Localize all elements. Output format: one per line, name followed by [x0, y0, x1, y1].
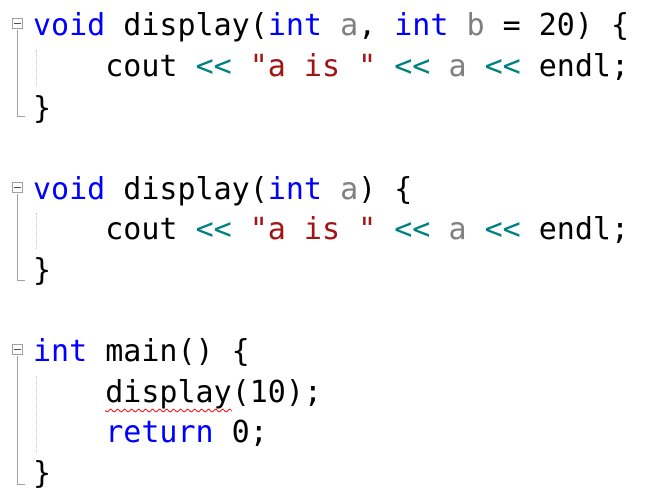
collapse-icon[interactable]: [12, 344, 23, 355]
code-editor[interactable]: void display(int a, int b = 20) { cout <…: [0, 0, 660, 504]
function-name-token: display(: [105, 172, 268, 207]
operator-token: <<: [394, 49, 431, 84]
collapse-icon[interactable]: [12, 182, 23, 193]
code-line-close-brace[interactable]: }: [33, 454, 51, 494]
code-line-close-brace[interactable]: }: [33, 251, 51, 291]
keyword-token: int: [394, 8, 449, 43]
keyword-token: void: [33, 172, 106, 207]
code-line-main-header[interactable]: int main() {: [33, 332, 250, 372]
code-line-function-header[interactable]: void display(int a) {: [33, 170, 412, 210]
return-value-token: 0;: [213, 415, 268, 450]
close-brace-token: }: [33, 253, 52, 288]
string-literal-token: "a is ": [249, 212, 377, 247]
keyword-token: return: [105, 415, 214, 450]
parameter-token: a: [340, 8, 359, 43]
keyword-token: int: [267, 8, 322, 43]
fold-outline-end: [17, 280, 25, 281]
parameter-token: b: [466, 8, 485, 43]
fold-outline-line: [17, 194, 18, 280]
operator-token: <<: [394, 212, 431, 247]
parameter-token: a: [448, 49, 467, 84]
code-line-return[interactable]: return 0;: [33, 413, 268, 453]
code-line-function-header[interactable]: void display(int a, int b = 20) {: [33, 6, 629, 46]
identifier-token: endl;: [538, 212, 630, 247]
identifier-token: endl;: [538, 49, 630, 84]
operator-token: <<: [195, 49, 232, 84]
keyword-token: int: [267, 172, 322, 207]
separator-token: ,: [358, 8, 395, 43]
code-line-close-brace[interactable]: }: [33, 89, 51, 129]
parameter-token: a: [448, 212, 467, 247]
fold-outline-end: [17, 116, 25, 117]
error-squiggle-token[interactable]: display: [105, 375, 231, 410]
fold-outline-line: [17, 356, 18, 484]
operator-token: <<: [484, 49, 521, 84]
identifier-token: cout: [105, 49, 178, 84]
punctuation-token: ) {: [358, 172, 413, 207]
parameter-token: a: [340, 172, 359, 207]
function-name-token: main() {: [87, 334, 250, 369]
arguments-token: (10);: [231, 375, 322, 410]
keyword-token: int: [33, 334, 88, 369]
default-value-token: = 20) {: [484, 8, 630, 43]
function-name-token: display(: [105, 8, 268, 43]
operator-token: <<: [484, 212, 521, 247]
operator-token: <<: [195, 212, 232, 247]
collapse-icon[interactable]: [12, 18, 23, 29]
close-brace-token: }: [33, 456, 52, 491]
code-line-cout[interactable]: cout << "a is " << a << endl;: [33, 210, 629, 250]
code-line-cout[interactable]: cout << "a is " << a << endl;: [33, 47, 629, 87]
close-brace-token: }: [33, 91, 52, 126]
keyword-token: void: [33, 8, 106, 43]
identifier-token: cout: [105, 212, 178, 247]
fold-outline-end: [17, 484, 25, 485]
string-literal-token: "a is ": [249, 49, 377, 84]
fold-outline-line: [17, 30, 18, 116]
code-line-call[interactable]: display(10);: [33, 373, 322, 413]
